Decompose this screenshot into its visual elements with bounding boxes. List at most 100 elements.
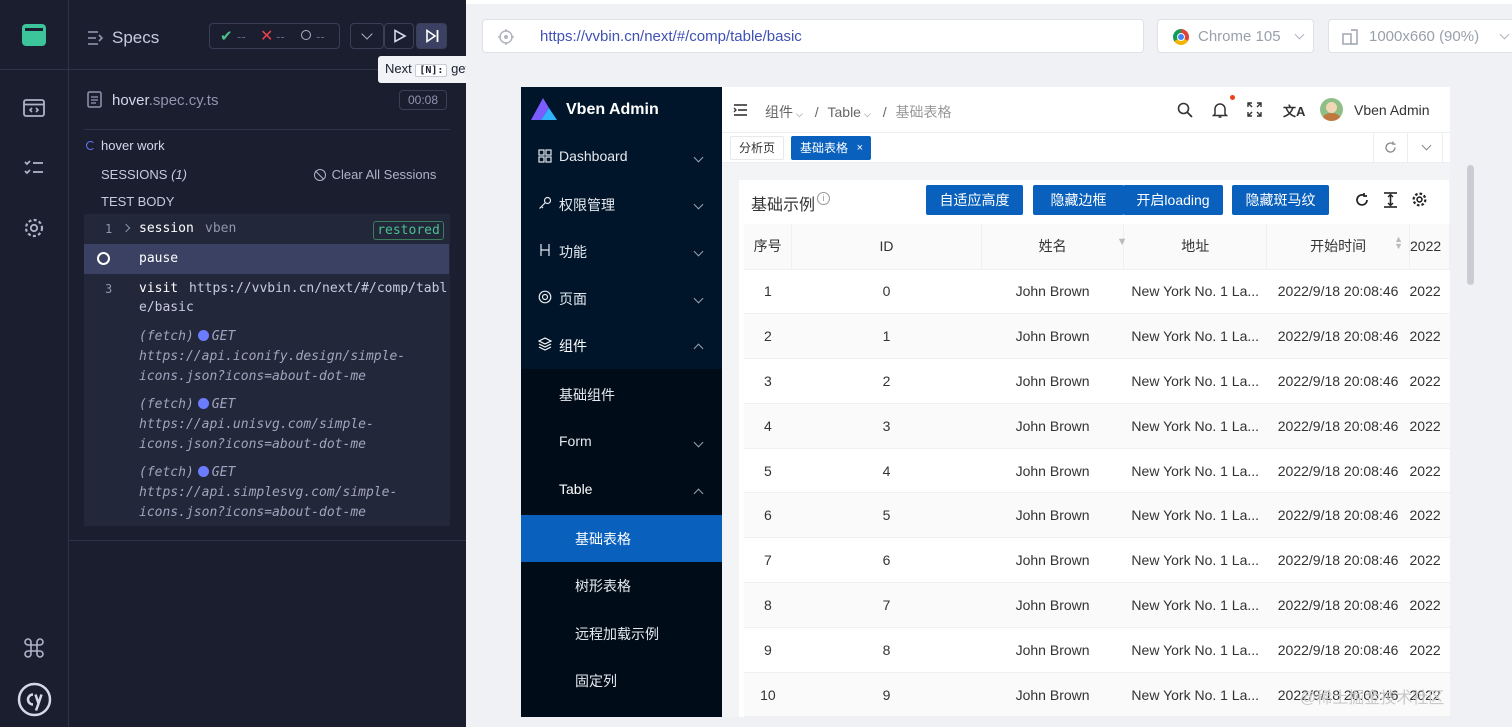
notification-dot (1230, 95, 1235, 100)
loading-button[interactable]: 开启loading (1123, 185, 1223, 215)
running-spinner-icon (86, 141, 95, 150)
passed-count: -- (237, 29, 246, 44)
viewport-selector[interactable]: 1000x660 (90%) (1328, 19, 1512, 53)
menu-item-components[interactable]: 组件 (521, 322, 722, 369)
sessions-header[interactable]: SESSIONS (1) (101, 167, 187, 182)
table-row[interactable]: 4 3 John Brown New York No. 1 La... 2022/9/1… (744, 403, 1450, 449)
clear-sessions-button[interactable]: Clear All Sessions (314, 167, 436, 182)
table-row[interactable]: 3 2 John Brown New York No. 1 La... 2022/9/1… (744, 358, 1450, 404)
chevron-down-button[interactable] (350, 23, 384, 49)
tab-analysis[interactable]: 分析页 (730, 136, 785, 160)
column-height-icon[interactable] (1383, 192, 1398, 208)
url-bar[interactable]: https://vvbin.cn/next/#/comp/table/basic (482, 19, 1144, 53)
avatar[interactable] (1320, 98, 1343, 121)
specs-list-icon[interactable] (22, 156, 46, 180)
menu-item-table[interactable]: Table (521, 467, 722, 514)
test-stats: ✔ -- ✕ -- -- (209, 23, 340, 49)
command-name[interactable]: pause (139, 251, 178, 266)
fullscreen-icon[interactable] (1247, 102, 1262, 117)
column-header-start-time[interactable]: 开始时间 ▲ ▼ (1266, 224, 1410, 270)
specs-label[interactable]: Specs (112, 28, 159, 48)
breadcrumb-separator: / (814, 104, 819, 120)
menu-item-dashboard[interactable]: Dashboard (521, 134, 722, 181)
keyboard-shortcuts-icon[interactable] (22, 636, 46, 660)
fetch-log-item[interactable]: (fetch) GET https://api.simplesvg.com/sim… (139, 463, 397, 523)
cell-truncated: 2022 (1409, 492, 1450, 539)
search-icon[interactable] (1177, 102, 1193, 118)
table-settings-icon[interactable] (1411, 191, 1428, 208)
column-header[interactable]: 序号 (744, 224, 793, 270)
browser-window-icon[interactable] (22, 96, 46, 120)
chevron-down-icon[interactable] (1421, 140, 1432, 151)
specs-toggle-icon[interactable] (87, 30, 105, 46)
menu-item-tree-table[interactable]: 树形表格 (521, 562, 722, 609)
page-icon (538, 290, 552, 304)
column-header-name[interactable]: 姓名 ▼ (981, 224, 1127, 270)
spec-duration: 00:08 (399, 90, 447, 110)
menu-item-feature[interactable]: 功能 (521, 228, 722, 275)
fetch-log-item[interactable]: (fetch) GET https://api.iconify.design/si… (139, 327, 405, 387)
reload-icon[interactable] (1354, 192, 1370, 208)
table-row[interactable]: 2 1 John Brown New York No. 1 La... 2022/9/1… (744, 313, 1450, 360)
fetch-log-item[interactable]: (fetch) GET https://api.unisvg.com/simple… (139, 395, 374, 455)
cell-id: 4 (791, 448, 982, 494)
selector-playground-icon[interactable] (498, 29, 514, 45)
tabs-bar: 分析页 基础表格 × (722, 133, 1450, 163)
menu-item-page[interactable]: 页面 (521, 275, 722, 322)
refresh-icon[interactable] (1384, 141, 1397, 154)
filter-icon[interactable]: ▼ (1117, 236, 1128, 248)
cell-id: 2 (791, 358, 982, 404)
user-name[interactable]: Vben Admin (1354, 102, 1430, 118)
table-row[interactable]: 1 0 John Brown New York No. 1 La... 2022/9/1… (744, 269, 1450, 315)
close-icon[interactable]: × (857, 137, 863, 159)
sort-icon[interactable]: ▲ ▼ (1394, 235, 1403, 251)
translate-icon[interactable]: 文A (1283, 101, 1305, 120)
cell-start-time: 2022/9/18 20:08:46 (1266, 448, 1410, 494)
command-name[interactable]: visit (139, 281, 178, 296)
file-divider (84, 129, 450, 130)
fetch-url-cont: icons.json?icons=about-dot-me (139, 505, 366, 520)
table-row[interactable]: 7 6 John Brown New York No. 1 La... 2022/9/1… (744, 537, 1450, 584)
bell-icon[interactable] (1212, 101, 1228, 119)
menu-item-basic-table[interactable]: 基础表格 (521, 515, 722, 562)
hide-border-button[interactable]: 隐藏边框 (1033, 185, 1124, 215)
cell-address: New York No. 1 La... (1123, 313, 1267, 360)
app-logo-icon[interactable] (22, 24, 46, 46)
test-title[interactable]: hover work (101, 138, 165, 153)
spec-file-name[interactable]: hover.spec.cy.ts (112, 92, 218, 109)
test-body-label: TEST BODY (101, 194, 175, 209)
breadcrumb-item[interactable]: 组件 (765, 104, 793, 120)
hide-stripe-button[interactable]: 隐藏斑马纹 (1232, 185, 1329, 215)
command-name[interactable]: session (139, 221, 194, 236)
table-row[interactable]: 9 8 John Brown New York No. 1 La... 2022/9/1… (744, 627, 1450, 673)
menu-item-fixed-column[interactable]: 固定列 (521, 657, 722, 704)
auto-height-button[interactable]: 自适应高度 (926, 185, 1023, 215)
cell-start-time: 2022/9/18 20:08:46 (1266, 358, 1410, 404)
cell-index: 8 (744, 582, 792, 628)
table-row[interactable]: 5 4 John Brown New York No. 1 La... 2022/9/1… (744, 448, 1450, 494)
column-header[interactable]: ID (791, 224, 982, 270)
column-header[interactable]: 地址 (1123, 224, 1268, 270)
tab-basic-table[interactable]: 基础表格 × (791, 136, 872, 160)
rail-divider (0, 69, 69, 70)
cell-name: John Brown (981, 403, 1124, 449)
menu-item-form[interactable]: Form (521, 419, 722, 466)
chevron-down-icon: ⌵ (796, 109, 803, 119)
cypress-brand-icon[interactable] (17, 682, 52, 717)
content-scrollbar[interactable] (1467, 165, 1474, 285)
settings-gear-icon[interactable] (22, 216, 46, 240)
browser-selector[interactable]: Chrome 105 (1157, 19, 1314, 53)
step-forward-icon (426, 29, 439, 43)
breadcrumb-item[interactable]: Table (828, 104, 861, 120)
resume-button[interactable] (384, 23, 414, 49)
menu-fold-icon[interactable] (733, 103, 748, 117)
browser-name: Chrome 105 (1198, 28, 1281, 45)
menu-item-permission[interactable]: 权限管理 (521, 181, 722, 228)
info-icon[interactable]: i (817, 192, 830, 205)
table-row[interactable]: 6 5 John Brown New York No. 1 La... 2022/9/1… (744, 492, 1450, 539)
table-row[interactable]: 8 7 John Brown New York No. 1 La... 2022/9/1… (744, 582, 1450, 628)
menu-item-basic-components[interactable]: 基础组件 (521, 371, 722, 418)
menu-item-remote-load[interactable]: 远程加载示例 (521, 610, 722, 657)
column-header[interactable]: 2022 (1409, 224, 1450, 270)
next-step-button[interactable] (416, 23, 447, 49)
